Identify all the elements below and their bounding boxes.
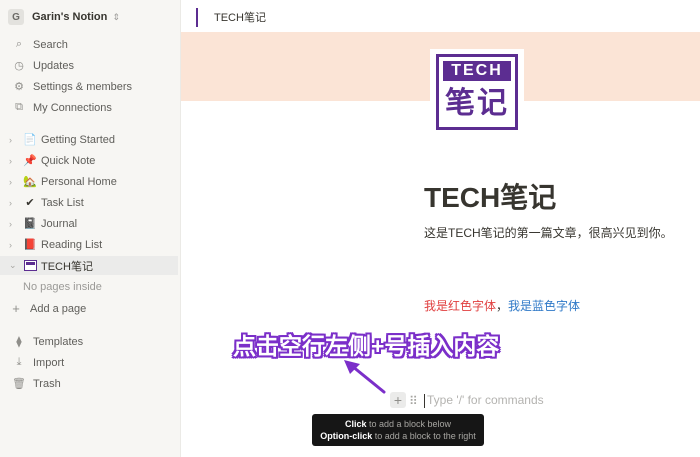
sidebar-item-label: Task List: [41, 196, 84, 209]
tech-logo: TECH 笔记: [436, 54, 518, 130]
pin-icon: 📌: [23, 155, 37, 167]
chevron-right-icon[interactable]: ›: [9, 177, 12, 187]
tech-logo-icon: [23, 259, 37, 273]
download-icon: ⤓: [16, 356, 22, 368]
search-icon: ⌕: [15, 38, 23, 50]
sidebar-item-search[interactable]: ⌕ Search: [0, 35, 181, 54]
chevron-right-icon[interactable]: ›: [9, 135, 12, 145]
logo-bottom-text: 笔记: [445, 87, 509, 120]
sidebar-item-label: Updates: [33, 59, 74, 72]
logo-top-text: TECH: [443, 61, 511, 81]
chevron-updown-icon: ⇕: [112, 11, 120, 22]
empty-pages-text: No pages inside: [23, 281, 102, 293]
sidebar: G Garin's Notion ⇕ ⌕ Search ◷ Updates ⚙ …: [0, 0, 181, 457]
sidebar-item-label: Search: [33, 38, 68, 51]
add-page-label: Add a page: [30, 302, 87, 315]
text-cursor: [424, 394, 425, 408]
sidebar-item-getting-started[interactable]: › 📄 Getting Started: [0, 130, 181, 149]
sidebar-item-label: My Connections: [33, 101, 112, 114]
tooltip-click-desc: to add a block below: [366, 419, 452, 429]
annotation-text: 点击空行左侧+号插入内容: [233, 333, 500, 359]
sidebar-item-settings[interactable]: ⚙ Settings & members: [0, 77, 181, 96]
sidebar-item-label: Reading List: [41, 238, 103, 251]
add-block-button[interactable]: +: [390, 392, 406, 408]
plus-icon: +: [12, 301, 20, 316]
colored-text-paragraph[interactable]: 我是红色字体，我是蓝色字体: [424, 297, 580, 314]
workspace-name: Garin's Notion: [32, 11, 108, 23]
sidebar-item-label: Trash: [33, 377, 61, 390]
block-input[interactable]: [427, 393, 627, 407]
chevron-right-icon[interactable]: ›: [9, 219, 12, 229]
sidebar-item-task-list[interactable]: › ✔ Task List: [0, 193, 181, 212]
link-icon: ⧉: [15, 101, 23, 113]
chevron-right-icon[interactable]: ›: [9, 240, 12, 250]
add-page-button[interactable]: + Add a page: [0, 299, 181, 318]
page-title[interactable]: TECH笔记: [424, 176, 556, 216]
chevron-down-icon[interactable]: ⌄: [9, 260, 17, 271]
checkmark-icon: ✔: [25, 197, 35, 209]
sidebar-item-tech[interactable]: ⌄ TECH笔记: [0, 256, 178, 275]
gear-icon: ⚙: [14, 81, 24, 93]
page-icon[interactable]: TECH 笔记: [430, 49, 524, 135]
separator-text: ，: [496, 299, 509, 313]
drag-handle-icon[interactable]: ⠿: [409, 394, 418, 408]
sidebar-item-label: TECH笔记: [41, 260, 93, 273]
tooltip-option-click-label: Option-click: [320, 431, 373, 441]
tooltip-option-click-desc: to add a block to the right: [372, 431, 476, 441]
book-icon: 📕: [23, 239, 37, 251]
red-text: 我是红色字体: [424, 299, 497, 313]
sidebar-item-import[interactable]: ⤓ Import: [0, 353, 181, 372]
sidebar-item-trash[interactable]: 🗑 Trash: [0, 374, 181, 393]
clock-icon: ◷: [14, 60, 24, 72]
breadcrumb[interactable]: TECH笔记: [214, 9, 266, 25]
sidebar-item-templates[interactable]: ⧫ Templates: [0, 332, 181, 351]
chevron-right-icon[interactable]: ›: [9, 198, 12, 208]
notebook-icon: 📓: [23, 218, 37, 230]
house-icon: 🏡: [23, 176, 37, 188]
sidebar-item-personal-home[interactable]: › 🏡 Personal Home: [0, 172, 181, 191]
annotation-arrow-icon: [344, 360, 386, 394]
blue-text: 我是蓝色字体: [508, 299, 581, 313]
sidebar-item-label: Import: [33, 356, 65, 369]
tech-logo-icon: [196, 8, 198, 27]
add-block-tooltip: Click to add a block below Option-click …: [312, 414, 484, 446]
sidebar-item-connections[interactable]: ⧉ My Connections: [0, 98, 181, 117]
sidebar-item-journal[interactable]: › 📓 Journal: [0, 214, 181, 233]
sidebar-item-label: Settings & members: [33, 80, 133, 93]
topbar: TECH笔记: [181, 0, 700, 32]
workspace-switcher[interactable]: G Garin's Notion ⇕: [8, 7, 120, 27]
sidebar-item-updates[interactable]: ◷ Updates: [0, 56, 181, 75]
sidebar-item-label: Quick Note: [41, 154, 96, 167]
intro-paragraph[interactable]: 这是TECH笔记的第一篇文章，很高兴见到你。: [424, 224, 673, 241]
tooltip-line-2: Option-click to add a block to the right: [312, 430, 484, 442]
workspace-avatar: G: [8, 9, 24, 25]
templates-icon: ⧫: [16, 336, 22, 348]
sidebar-item-label: Personal Home: [41, 175, 117, 188]
sidebar-item-reading-list[interactable]: › 📕 Reading List: [0, 235, 181, 254]
sidebar-item-label: Templates: [33, 335, 84, 348]
trash-icon: 🗑: [12, 378, 26, 390]
tooltip-click-label: Click: [344, 419, 367, 429]
sidebar-item-label: Getting Started: [41, 133, 115, 146]
chevron-right-icon[interactable]: ›: [9, 156, 12, 166]
sidebar-item-label: Journal: [41, 217, 78, 230]
sidebar-item-quick-note[interactable]: › 📌 Quick Note: [0, 151, 181, 170]
tooltip-line-1: Click to add a block below: [312, 418, 484, 430]
document-icon: 📄: [23, 134, 37, 146]
